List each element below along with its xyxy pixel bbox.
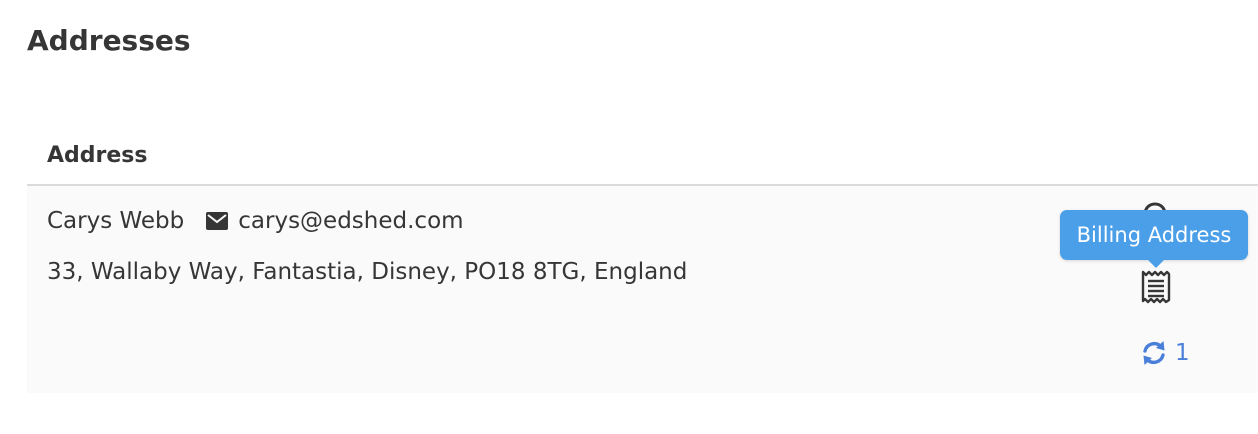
contact-line: Carys Webb carys@edshed.com [47,206,464,236]
address-text: 33, Wallaby Way, Fantastia, Disney, PO18… [47,259,688,285]
column-header-address: Address [47,143,148,168]
envelope-icon [206,211,230,231]
page-title: Addresses [27,24,191,57]
table-header: Address [27,130,1258,186]
contact-name: Carys Webb [47,208,185,234]
addresses-table: Address Carys Webb carys@edshed.com 33, … [27,130,1258,393]
receipt-icon[interactable] [1139,270,1173,304]
sync-icon [1143,341,1165,365]
billing-address-tooltip: Billing Address [1060,210,1248,268]
sync-link[interactable]: 1 [1139,338,1190,368]
sync-count: 1 [1175,340,1190,366]
contact-email: carys@edshed.com [238,208,464,234]
